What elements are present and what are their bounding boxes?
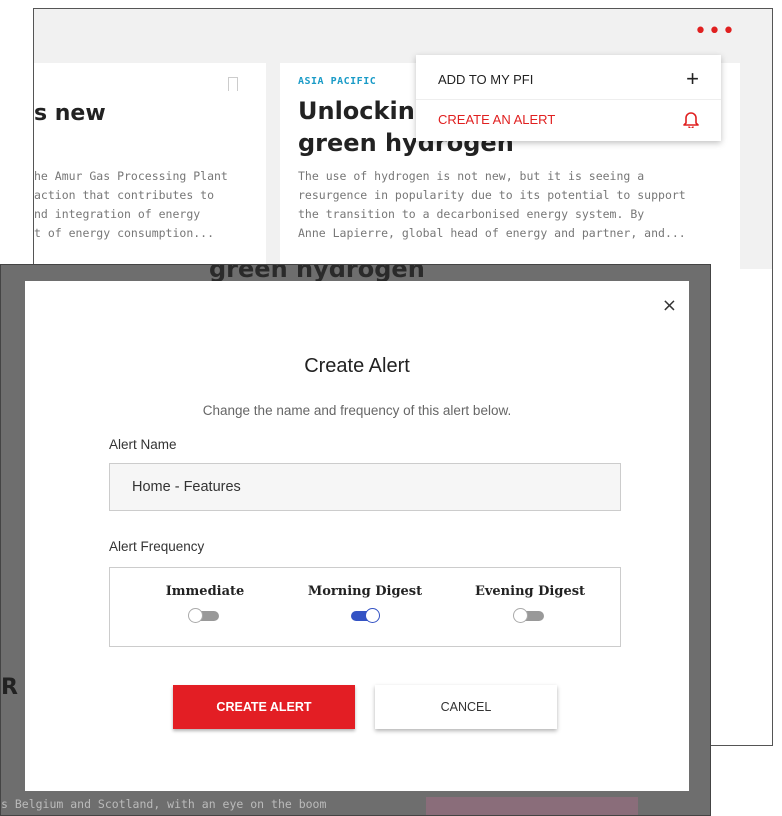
background-text: s Belgium and Scotland, with an eye on t… <box>1 797 327 811</box>
bookmark-icon[interactable] <box>228 77 238 91</box>
option-label: Evening Digest <box>474 584 586 599</box>
morning-digest-toggle[interactable] <box>351 609 379 622</box>
menu-item-create-alert[interactable]: CREATE AN ALERT <box>416 99 721 139</box>
alert-name-label: Alert Name <box>109 437 177 452</box>
desc-line: Anne Lapierre, global head of energy and… <box>298 226 686 240</box>
toggle-knob <box>514 609 527 622</box>
create-alert-button[interactable]: CREATE ALERT <box>173 685 355 729</box>
plus-icon: + <box>686 66 699 91</box>
menu-item-label: ADD TO MY PFI <box>438 71 534 87</box>
alert-name-input[interactable] <box>109 463 621 511</box>
frequency-option-immediate[interactable]: Immediate <box>130 584 280 622</box>
frequency-option-evening-digest[interactable]: Evening Digest <box>455 584 605 622</box>
bell-icon <box>683 112 699 128</box>
modal-title: Create Alert <box>304 355 410 377</box>
immediate-toggle[interactable] <box>189 609 219 622</box>
toggle-knob <box>366 609 379 622</box>
desc-line: The use of hydrogen is not new, but it i… <box>298 169 645 183</box>
frequency-option-morning-digest[interactable]: Morning Digest <box>290 584 440 622</box>
option-label: Immediate <box>165 584 245 599</box>
menu-item-label: CREATE AN ALERT <box>438 112 556 127</box>
card-description: he Amur Gas Processing Plant action that… <box>34 167 266 243</box>
evening-digest-toggle[interactable] <box>514 609 544 622</box>
desc-line: nd integration of energy <box>34 207 201 221</box>
background-image <box>426 797 638 815</box>
menu-item-add-to-pfi[interactable]: ADD TO MY PFI + <box>416 59 721 99</box>
background-heading: R <box>1 675 18 700</box>
options-dropdown: ADD TO MY PFI + CREATE AN ALERT <box>416 55 721 141</box>
article-card-left[interactable]: s new he Amur Gas Processing Plant actio… <box>34 63 266 283</box>
toggle-knob <box>189 609 202 622</box>
desc-line: resurgence in popularity due to its pote… <box>298 188 686 202</box>
desc-line: action that contributes to <box>34 188 215 202</box>
modal-backdrop: green hydrogen R s Belgium and Scotland,… <box>0 264 711 816</box>
option-label: Morning Digest <box>307 584 423 599</box>
modal-subtitle: Change the name and frequency of this al… <box>202 403 512 418</box>
cancel-button[interactable]: CANCEL <box>375 685 557 729</box>
desc-line: he Amur Gas Processing Plant <box>34 169 228 183</box>
card-description: The use of hydrogen is not new, but it i… <box>298 167 708 243</box>
create-alert-modal: × Create Alert Change the name and frequ… <box>25 281 689 791</box>
more-options-icon[interactable]: ••• <box>694 21 736 43</box>
card-title: s new <box>34 101 106 126</box>
close-icon[interactable]: × <box>662 295 677 316</box>
alert-frequency-label: Alert Frequency <box>109 539 205 554</box>
frequency-options: Immediate Morning Digest Evening Digest <box>109 567 621 647</box>
region-tag[interactable]: ASIA PACIFIC <box>298 76 376 87</box>
desc-line: the transition to a decarbonised energy … <box>298 207 645 221</box>
desc-line: t of energy consumption... <box>34 226 215 240</box>
